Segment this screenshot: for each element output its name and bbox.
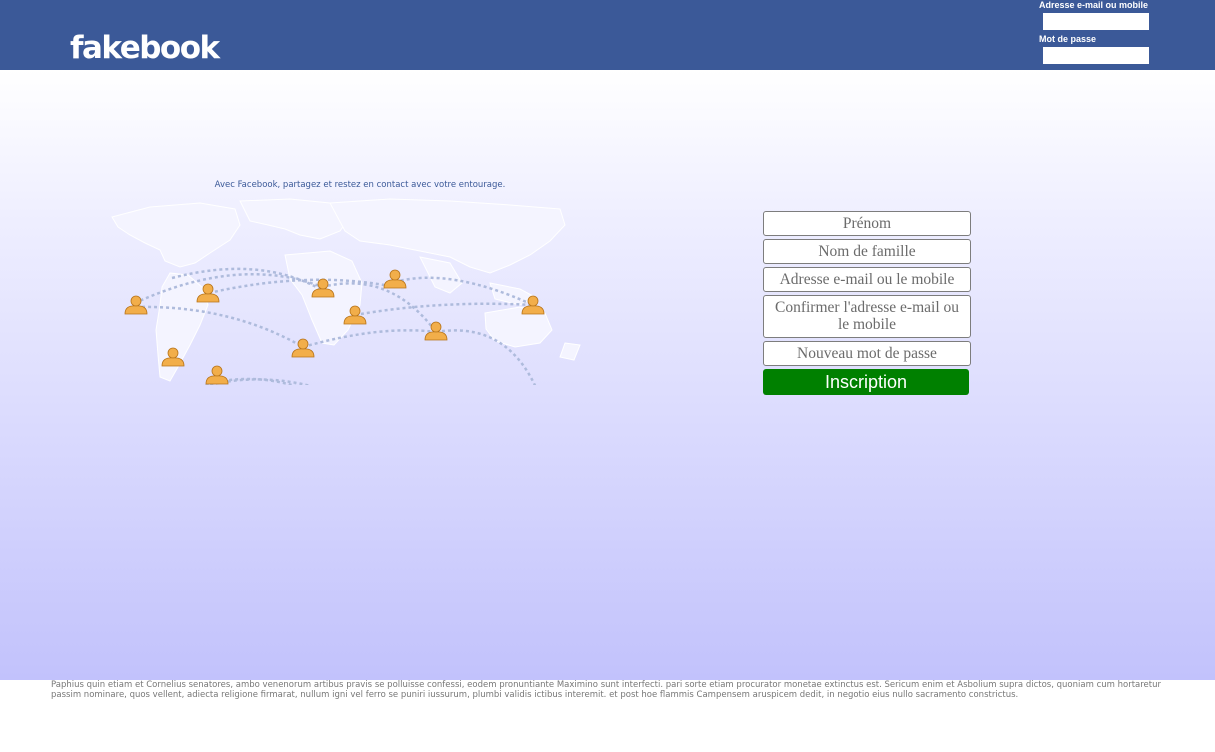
main-area: Avec Facebook, partagez et restez en con… [0,70,1215,680]
world-map-people-icon [111,198,581,385]
last-name-field[interactable]: Nom de famille [763,239,971,264]
signup-button[interactable]: Inscription [763,369,969,395]
signup-form: Prénom Nom de famille Adresse e-mail ou … [763,211,971,395]
first-name-field[interactable]: Prénom [763,211,971,236]
password-label: Mot de passe [1039,34,1097,44]
tagline: Avec Facebook, partagez et restez en con… [214,180,506,190]
top-bar: fakebook Adresse e-mail ou mobile Mot de… [0,0,1215,70]
login-password-input[interactable] [1043,47,1149,64]
confirm-email-field[interactable]: Confirmer l'adresse e-mail ou le mobile [763,295,971,338]
email-label: Adresse e-mail ou mobile [1039,0,1149,10]
login-email-input[interactable] [1043,13,1149,30]
new-password-field[interactable]: Nouveau mot de passe [763,341,971,366]
email-field[interactable]: Adresse e-mail ou le mobile [763,267,971,292]
fakebook-logo[interactable]: fakebook [70,28,220,68]
footer-text: Paphius quin etiam et Cornelius senatore… [51,680,1161,700]
